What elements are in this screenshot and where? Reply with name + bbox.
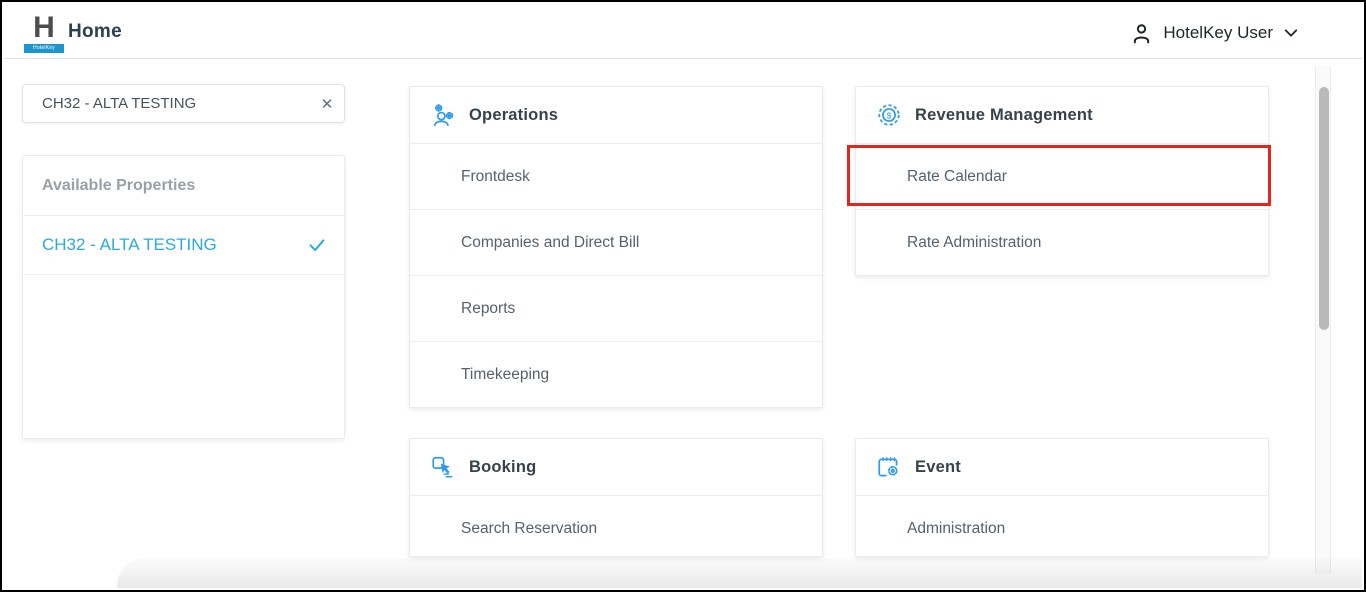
menu-item-frontdesk[interactable]: Frontdesk (410, 143, 822, 209)
menu-item-companies-and-direct-bill[interactable]: Companies and Direct Bill (410, 209, 822, 275)
hotelkey-logo-brand: HotelKey (24, 44, 64, 53)
operations-card-header: Operations (410, 87, 822, 143)
menu-item-reports[interactable]: Reports (410, 275, 822, 341)
scrollbar-thumb[interactable] (1319, 87, 1329, 330)
menu-item-rate-calendar[interactable]: Rate Calendar (856, 143, 1268, 209)
svg-text:$: $ (887, 110, 892, 120)
menu-item-timekeeping[interactable]: Timekeeping (410, 341, 822, 407)
bottom-shadow-band (117, 558, 1362, 588)
check-icon (306, 234, 328, 256)
user-menu[interactable]: HotelKey User (1129, 16, 1300, 50)
revenue-management-card-title: Revenue Management (915, 106, 1093, 125)
hotelkey-logo[interactable]: H HotelKey (26, 12, 62, 53)
property-search: ✕ (22, 84, 345, 123)
booking-card: Booking Search Reservation (409, 438, 823, 557)
available-properties-title: Available Properties (23, 156, 344, 216)
event-card-header: Event (856, 439, 1268, 495)
hotelkey-logo-letter: H (26, 12, 62, 44)
operations-card: Operations Frontdesk Companies and Direc… (409, 86, 823, 408)
top-bar: H HotelKey Home HotelKey User (4, 4, 1362, 59)
menu-item-search-reservation[interactable]: Search Reservation (410, 495, 822, 557)
event-icon (876, 454, 902, 480)
operations-card-title: Operations (469, 106, 558, 125)
user-name: HotelKey User (1163, 23, 1273, 43)
revenue-management-card-header: $ Revenue Management (856, 87, 1268, 143)
event-card-title: Event (915, 458, 961, 477)
event-card: Event Administration (855, 438, 1269, 557)
property-item-label: CH32 - ALTA TESTING (42, 235, 306, 255)
booking-icon (430, 454, 456, 480)
operations-icon (430, 102, 456, 128)
property-item-ch32[interactable]: CH32 - ALTA TESTING (23, 216, 344, 275)
chevron-down-icon (1282, 24, 1300, 42)
revenue-management-card: $ Revenue Management Rate Calendar Rate … (855, 86, 1269, 276)
booking-card-title: Booking (469, 458, 536, 477)
user-icon (1129, 21, 1154, 46)
app-window: H HotelKey Home HotelKey User ✕ Availab (0, 0, 1366, 592)
revenue-management-icon: $ (876, 102, 902, 128)
available-properties-panel: Available Properties CH32 - ALTA TESTING (22, 155, 345, 439)
clear-search-icon[interactable]: ✕ (310, 95, 344, 113)
menu-item-rate-administration[interactable]: Rate Administration (856, 209, 1268, 275)
page-title: Home (68, 21, 122, 43)
menu-item-administration[interactable]: Administration (856, 495, 1268, 557)
booking-card-header: Booking (410, 439, 822, 495)
scrollbar-track[interactable] (1315, 66, 1331, 574)
property-search-input[interactable] (23, 95, 310, 112)
